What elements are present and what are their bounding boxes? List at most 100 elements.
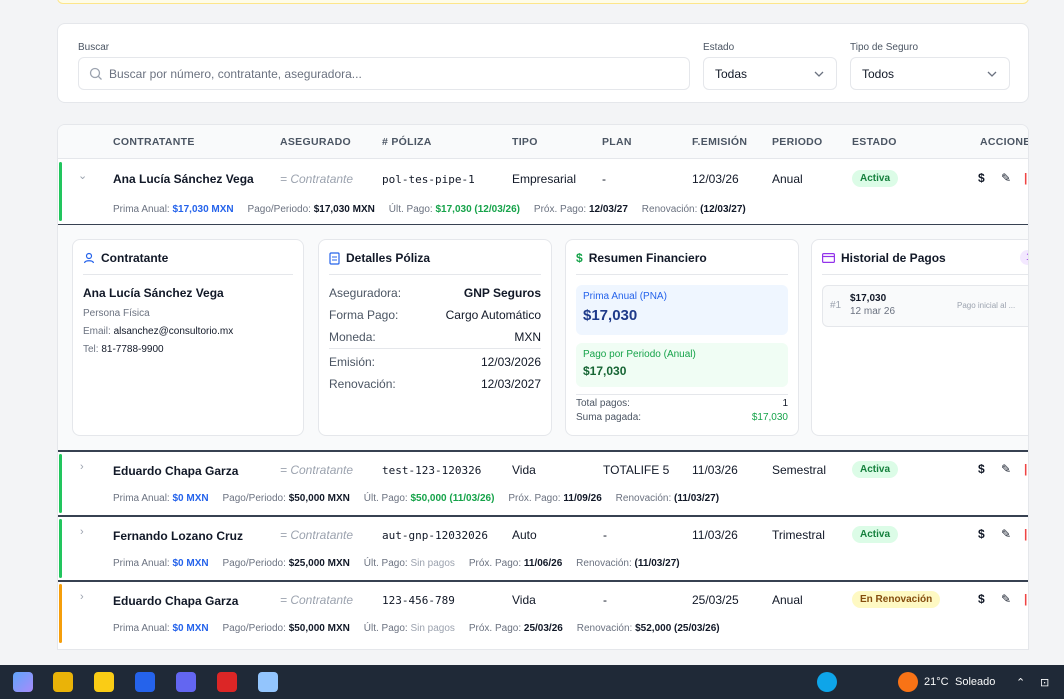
table-header: CONTRATANTE ASEGURADO # PÓLIZA TIPO PLAN… <box>58 125 1028 159</box>
row-plan: - <box>602 172 606 186</box>
table-row[interactable]: › Eduardo Chapa Garza = Contratante 123-… <box>58 582 1028 645</box>
divider <box>329 274 541 275</box>
row-status-bar <box>59 584 62 643</box>
weather-icon[interactable] <box>898 672 918 692</box>
historial-count-badge: 1 <box>1020 250 1028 265</box>
row-tipo: Vida <box>512 463 536 477</box>
row-poliza: aut-gnp-12032026 <box>382 529 488 542</box>
payment-icon[interactable]: $ <box>978 171 985 185</box>
table-row[interactable]: › Eduardo Chapa Garza = Contratante test… <box>58 452 1028 515</box>
delete-icon[interactable]: | <box>1024 171 1027 185</box>
divider <box>822 274 1028 275</box>
payment-number: #1 <box>830 300 842 311</box>
prima-box: Prima Anual (PNA) $17,030 <box>576 285 788 335</box>
edit-icon[interactable]: ✎ <box>1001 171 1011 185</box>
payment-history-item[interactable]: #1 $17,030 12 mar 26 Pago inicial al ... <box>822 285 1028 327</box>
row-contratante[interactable]: Fernando Lozano Cruz <box>113 529 243 543</box>
user-icon <box>83 252 95 264</box>
status-badge: Activa <box>852 526 899 543</box>
weather-temp[interactable]: 21°C <box>924 676 949 688</box>
delete-icon[interactable]: | <box>1024 592 1027 606</box>
network-icon[interactable]: ⊡ <box>1040 676 1049 689</box>
payment-icon[interactable]: $ <box>978 462 985 476</box>
file-explorer-icon[interactable] <box>53 672 73 692</box>
row-emision: 11/03/26 <box>692 463 738 477</box>
row-summary: Prima Anual: $0 MXN Pago/Periodo: $25,00… <box>113 558 680 569</box>
row-poliza: 123-456-789 <box>382 594 455 607</box>
row-summary: Prima Anual: $0 MXN Pago/Periodo: $50,00… <box>113 493 720 504</box>
sticky-notes-icon[interactable] <box>94 672 114 692</box>
row-asegurado: = Contratante <box>280 172 354 186</box>
start-icon[interactable] <box>13 672 33 692</box>
aseguradora-row: Aseguradora: GNP Seguros <box>329 286 541 300</box>
row-status-bar <box>59 162 62 221</box>
row-periodo: Semestral <box>772 463 827 477</box>
tipo-select[interactable]: Todos <box>850 57 1010 90</box>
chevron-down-icon[interactable]: ⌄ <box>78 169 87 182</box>
emision-row: Emisión: 12/03/2026 <box>329 355 541 369</box>
delete-icon[interactable]: | <box>1024 462 1027 476</box>
row-contratante[interactable]: Eduardo Chapa Garza <box>113 594 238 608</box>
estado-value: Todas <box>715 66 748 81</box>
dollar-icon: $ <box>576 251 583 265</box>
divider <box>83 274 293 275</box>
header-periodo[interactable]: PERIODO <box>772 136 823 148</box>
chevron-right-icon[interactable]: › <box>80 461 84 473</box>
payment-icon[interactable]: $ <box>978 527 985 541</box>
total-pagos-row: Total pagos: 1 <box>576 398 788 409</box>
chevron-up-icon[interactable]: ⌃ <box>1016 676 1025 689</box>
row-emision: 12/03/26 <box>692 172 739 186</box>
contratante-card: Contratante Ana Lucía Sánchez Vega Perso… <box>72 239 304 436</box>
row-summary: Prima Anual: $17,030 MXN Pago/Periodo: $… <box>113 204 746 215</box>
row-tipo: Auto <box>512 528 537 542</box>
delete-icon[interactable]: | <box>1024 527 1027 541</box>
edit-icon[interactable]: ✎ <box>1001 592 1011 606</box>
pago-value: $17,030 <box>583 364 627 378</box>
financiero-title: $ Resumen Financiero <box>576 251 707 265</box>
policy-details-panel: Contratante Ana Lucía Sánchez Vega Perso… <box>58 224 1028 450</box>
financiero-card: $ Resumen Financiero Prima Anual (PNA) $… <box>565 239 799 436</box>
row-summary: Prima Anual: $0 MXN Pago/Periodo: $50,00… <box>113 623 720 634</box>
header-asegurado[interactable]: ASEGURADO <box>280 136 351 148</box>
row-contratante[interactable]: Eduardo Chapa Garza <box>113 464 238 478</box>
table-row[interactable]: ⌄ Ana Lucía Sánchez Vega = Contratante p… <box>58 160 1028 223</box>
taskbar: 21°C Soleado ⌃ ⊡ <box>0 665 1064 699</box>
payment-icon[interactable]: $ <box>978 592 985 606</box>
teams-icon[interactable] <box>176 672 196 692</box>
row-poliza: test-123-120326 <box>382 464 482 477</box>
payment-amount: $17,030 <box>850 293 887 304</box>
row-asegurado: = Contratante <box>280 463 354 477</box>
app-icon[interactable] <box>258 672 278 692</box>
prima-value: $17,030 <box>583 307 638 324</box>
header-tipo[interactable]: TIPO <box>512 136 538 148</box>
chevron-right-icon[interactable]: › <box>80 526 84 538</box>
historial-card: Historial de Pagos 1 #1 $17,030 12 mar 2… <box>811 239 1028 436</box>
outlook-icon[interactable] <box>135 672 155 692</box>
header-contratante[interactable]: CONTRATANTE <box>113 136 195 148</box>
contratante-email: Email: alsanchez@consultorio.mx <box>83 326 234 337</box>
chevron-down-icon <box>987 71 997 77</box>
row-contratante[interactable]: Ana Lucía Sánchez Vega <box>113 172 254 186</box>
row-plan: - <box>603 593 607 607</box>
chevron-right-icon[interactable]: › <box>80 591 84 603</box>
header-emision[interactable]: F.EMISIÓN <box>692 136 747 148</box>
help-icon[interactable] <box>817 672 837 692</box>
weather-desc[interactable]: Soleado <box>955 676 995 688</box>
edit-icon[interactable]: ✎ <box>1001 527 1011 541</box>
table-row[interactable]: › Fernando Lozano Cruz = Contratante aut… <box>58 517 1028 580</box>
edit-icon[interactable]: ✎ <box>1001 462 1011 476</box>
pago-label: Pago por Periodo (Anual) <box>583 349 696 360</box>
header-poliza[interactable]: # PÓLIZA <box>382 136 432 148</box>
contratante-type: Persona Física <box>83 308 150 319</box>
estado-select[interactable]: Todas <box>703 57 837 90</box>
header-plan[interactable]: PLAN <box>602 136 632 148</box>
status-badge: Activa <box>852 461 899 478</box>
row-periodo: Anual <box>772 172 803 186</box>
renovacion-row: Renovación: 12/03/2027 <box>329 377 541 391</box>
search-input[interactable]: Buscar por número, contratante, asegurad… <box>78 57 690 90</box>
antivirus-icon[interactable] <box>217 672 237 692</box>
status-badge: En Renovación <box>852 591 941 608</box>
chevron-down-icon <box>814 71 824 77</box>
header-estado[interactable]: ESTADO <box>852 136 897 148</box>
row-tipo: Vida <box>512 593 536 607</box>
